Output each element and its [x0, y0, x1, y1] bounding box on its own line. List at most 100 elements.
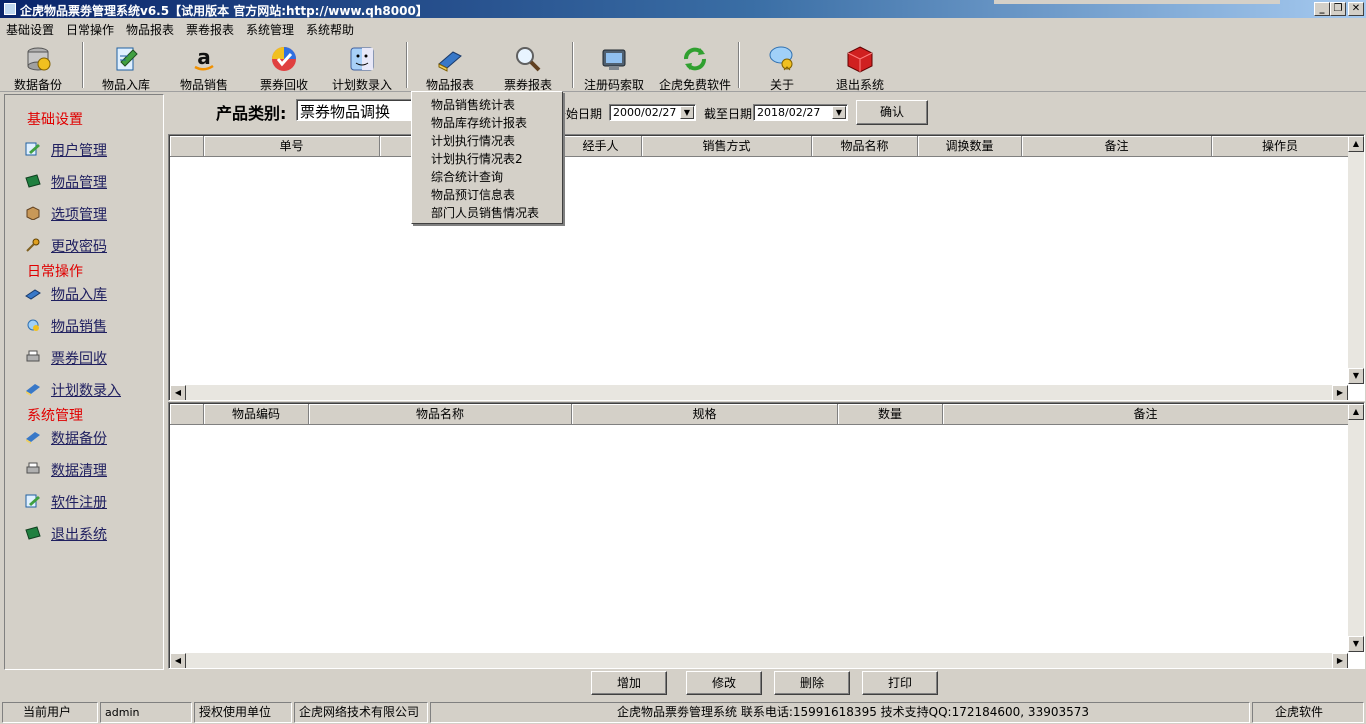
scroll-down-icon[interactable]: ▼	[1348, 368, 1364, 384]
confirm-button[interactable]: 确认	[856, 100, 928, 125]
status-licensee-label: 授权使用单位	[194, 702, 292, 723]
toolbar-label: 企虎免费软件	[658, 78, 731, 92]
column-header-exchange-qty[interactable]: 调换数量	[918, 136, 1022, 157]
toolbar-label: 退出系统	[835, 78, 884, 92]
title-bar-overlay	[994, 0, 1280, 4]
toolbar-data-backup-button[interactable]: 数据备份	[0, 40, 76, 92]
svg-text:a: a	[197, 45, 211, 69]
menu-item-plan-execution[interactable]: 计划执行情况表	[431, 132, 515, 149]
scroll-right-icon[interactable]: ▶	[1332, 385, 1348, 400]
category-select[interactable]: 票券物品调换	[296, 99, 416, 121]
menu-item-plan-execution-2[interactable]: 计划执行情况表2	[431, 150, 523, 167]
scroll-left-icon[interactable]: ◀	[170, 385, 186, 400]
top-grid-horizontal-scrollbar[interactable]: ◀ ▶	[170, 385, 1348, 400]
menu-system-management[interactable]: 系统管理	[246, 21, 294, 38]
bottom-grid-header: 物品编码 物品名称 规格 数量 备注	[170, 404, 1349, 425]
column-header-goods-code[interactable]: 物品编码	[204, 404, 309, 425]
book-report-icon	[438, 51, 462, 72]
toolbar-stock-in-button[interactable]: 物品入库	[88, 40, 164, 92]
column-header-handler[interactable]: 经手人	[560, 136, 642, 157]
menu-item-goods-stock-stats[interactable]: 物品库存统计报表	[431, 114, 527, 131]
nav-item-label: 物品管理	[51, 175, 107, 191]
menu-goods-reports[interactable]: 物品报表	[126, 21, 174, 38]
scroll-left-icon[interactable]: ◀	[170, 653, 186, 668]
start-date-value: 2000/02/27	[613, 106, 677, 119]
scroll-up-icon[interactable]: ▲	[1348, 404, 1364, 420]
toolbar-ticket-report-button[interactable]: 票券报表	[490, 40, 566, 92]
menu-item-goods-sales-stats[interactable]: 物品销售统计表	[431, 96, 515, 113]
menu-item-department-sales[interactable]: 部门人员销售情况表	[431, 204, 539, 221]
toolbar-exit-button[interactable]: 退出系统	[822, 40, 898, 92]
nav-item-label: 物品入库	[51, 287, 107, 303]
chevron-down-icon[interactable]: ▼	[832, 106, 846, 119]
column-header-spec[interactable]: 规格	[572, 404, 838, 425]
scroll-right-icon[interactable]: ▶	[1332, 653, 1348, 668]
edit-button[interactable]: 修改	[686, 671, 762, 695]
register-key-icon	[602, 49, 626, 70]
top-grid-vertical-scrollbar[interactable]: ▲ ▼	[1348, 136, 1364, 384]
toolbar-free-software-button[interactable]: 企虎免费软件	[656, 40, 734, 92]
box-options-icon	[26, 206, 40, 220]
column-header-goods-name[interactable]: 物品名称	[309, 404, 572, 425]
toolbar-plan-entry-button[interactable]: 计划数录入	[324, 40, 400, 92]
delete-button[interactable]: 删除	[774, 671, 850, 695]
column-header-remarks[interactable]: 备注	[1022, 136, 1212, 157]
start-date-picker[interactable]: 2000/02/27 ▼	[609, 104, 696, 121]
menu-ticket-reports[interactable]: 票卷报表	[186, 21, 234, 38]
magnifier-report-icon	[516, 47, 541, 72]
column-header-remarks[interactable]: 备注	[943, 404, 1349, 425]
column-header-order-no[interactable]: 单号	[204, 136, 380, 157]
nav-item-label: 票券回收	[51, 351, 107, 367]
nav-item-label: 计划数录入	[51, 383, 121, 399]
key-password-icon	[26, 238, 40, 252]
minimize-button[interactable]: _	[1314, 2, 1330, 16]
nav-item-label: 数据清理	[51, 463, 107, 479]
close-button[interactable]: ✕	[1348, 2, 1364, 16]
plan-entry-icon	[26, 384, 40, 396]
bottom-grid-vertical-scrollbar[interactable]: ▲ ▼	[1348, 404, 1364, 652]
column-header-operator[interactable]: 操作员	[1212, 136, 1349, 157]
exit-red-box-icon	[847, 46, 873, 73]
window-title: 企虎物品票劵管理系统v6.5【试用版本 官方网站:http://www.qh80…	[20, 4, 428, 18]
menu-item-comprehensive-query[interactable]: 综合统计查询	[431, 168, 503, 185]
bottom-data-grid[interactable]: 物品编码 物品名称 规格 数量 备注 ◀ ▶ ▲ ▼	[168, 402, 1365, 669]
scroll-up-icon[interactable]: ▲	[1348, 136, 1364, 152]
toolbar-label: 物品销售	[179, 78, 228, 92]
menu-system-help[interactable]: 系统帮助	[306, 21, 354, 38]
ticket-recycle-icon	[272, 47, 296, 71]
column-header-goods-name[interactable]: 物品名称	[812, 136, 918, 157]
restore-button[interactable]: ❐	[1330, 2, 1346, 16]
menu-item-goods-reservation[interactable]: 物品预订信息表	[431, 186, 515, 203]
print-button[interactable]: 打印	[862, 671, 938, 695]
scroll-down-icon[interactable]: ▼	[1348, 636, 1364, 652]
goods-manage-icon	[25, 174, 41, 188]
nav-item-label: 选项管理	[51, 207, 107, 223]
top-data-grid[interactable]: 单号 经手人 销售方式 物品名称 调换数量 备注 操作员 ◀ ▶ ▲ ▼	[168, 134, 1365, 401]
register-small-icon	[25, 494, 40, 508]
toolbar-register-code-button[interactable]: 注册码索取	[576, 40, 652, 92]
menu-basic-settings[interactable]: 基础设置	[6, 21, 54, 38]
end-date-picker[interactable]: 2018/02/27 ▼	[753, 104, 848, 121]
toolbar-about-button[interactable]: 关于	[744, 40, 820, 92]
column-header-sales-method[interactable]: 销售方式	[642, 136, 812, 157]
toolbar-ticket-recycle-button[interactable]: 票券回收	[246, 40, 322, 92]
category-value: 票券物品调换	[300, 103, 391, 121]
stock-in-icon	[116, 47, 138, 71]
nav-item-label: 软件注册	[51, 495, 107, 511]
column-header-indicator[interactable]	[170, 136, 204, 157]
chevron-down-icon[interactable]: ▼	[680, 106, 694, 119]
add-button[interactable]: 增加	[591, 671, 667, 695]
toolbar-label: 数据备份	[13, 78, 62, 92]
column-header-quantity[interactable]: 数量	[838, 404, 943, 425]
column-header-indicator[interactable]	[170, 404, 204, 425]
printer-clean-icon	[26, 462, 40, 474]
status-current-user-label: 当前用户	[2, 702, 98, 723]
bottom-grid-horizontal-scrollbar[interactable]: ◀ ▶	[170, 653, 1348, 668]
toolbar-label: 计划数录入	[331, 78, 392, 92]
toolbar-goods-report-button[interactable]: 物品报表	[412, 40, 488, 92]
nav-section-daily-operations: 日常操作	[27, 264, 83, 280]
toolbar-goods-sales-button[interactable]: a 物品销售	[166, 40, 242, 92]
toolbar-label: 票券回收	[259, 78, 308, 92]
menu-daily-operations[interactable]: 日常操作	[66, 21, 114, 38]
nav-item-label: 更改密码	[51, 239, 107, 255]
